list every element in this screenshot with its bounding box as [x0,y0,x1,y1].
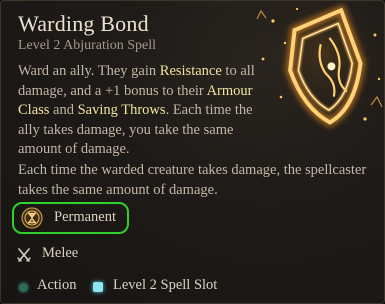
cost-action-label: Action [37,277,77,293]
crossed-swords-icon [17,248,31,262]
hourglass-icon [21,207,43,229]
spell-subtitle: Level 2 Abjuration Spell [18,38,157,53]
duration-label: Permanent [54,209,117,225]
spell-tooltip: Warding Bond Level 2 Abjuration Spell Wa… [0,0,385,304]
range-label: Melee [42,245,79,261]
spell-title: Warding Bond [18,11,149,36]
spell-extra-description: Each time the warded creature takes dama… [18,162,367,198]
duration-badge: Permanent [12,202,129,234]
action-dot-icon [19,283,28,292]
spell-slot-icon [93,282,103,292]
description-text: and [49,102,78,118]
spell-description: Ward an ally. They gain Resistance to al… [18,62,263,160]
description-text: Ward an ally. They gain [18,63,160,79]
keyword-resistance[interactable]: Resistance [160,63,222,79]
cost-spell-slot-label: Level 2 Spell Slot [113,277,218,293]
keyword-saving-throws[interactable]: Saving Throws [78,102,166,118]
